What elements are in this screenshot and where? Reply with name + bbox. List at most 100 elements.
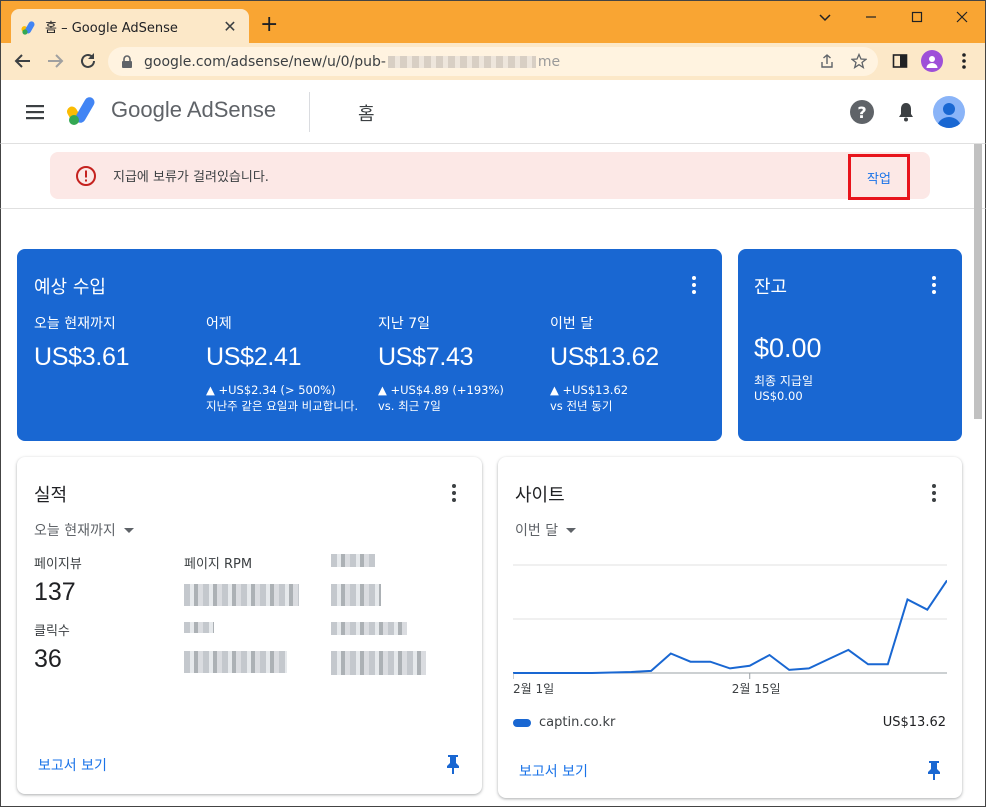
balance-card: 잔고 $0.00 최종 지급일 US$0.00 — [738, 249, 962, 441]
metric-value: US$2.41 — [206, 343, 302, 371]
sites-card: 사이트 이번 달 2월 1일 2월 15일 captin.co.kr US$13.… — [498, 457, 962, 798]
profile-avatar-icon[interactable] — [920, 49, 944, 73]
tab-title: 홈 – Google AdSense — [45, 21, 178, 36]
url-redacted — [387, 55, 536, 68]
url-text-end: me — [537, 53, 561, 70]
metric-value-redacted — [331, 584, 381, 606]
dropdown-caret-icon — [566, 527, 577, 533]
metric-change: ▲ +US$13.62 — [550, 383, 629, 397]
account-avatar[interactable] — [933, 96, 965, 128]
page-rpm-value-redacted — [184, 584, 299, 606]
sites-earnings-chart[interactable]: 2월 1일 2월 15일 — [513, 557, 947, 697]
metric-label-redacted — [331, 622, 407, 635]
sites-card-title: 사이트 — [515, 485, 565, 506]
chart-series-line — [513, 579, 947, 674]
main-content: 예상 수입 오늘 현재까지 US$3.61 어제 US$2.41 ▲ +US$2… — [0, 144, 986, 807]
new-tab-button[interactable]: + — [260, 14, 278, 36]
url-text: google.com/adsense/new/u/0/pub- — [144, 53, 386, 70]
help-icon[interactable]: ? — [850, 100, 874, 124]
alert-message: 지급에 보류가 걸려있습니다. — [113, 170, 269, 185]
last-payment-label: 최종 지급일 — [754, 374, 814, 388]
browser-menu-icon[interactable] — [952, 49, 976, 73]
chart-x-tick-label: 2월 15일 — [732, 682, 781, 696]
metric-last-7-days[interactable]: 지난 7일 US$7.43 ▲ +US$4.89 (+193%) vs. 최근 … — [378, 313, 538, 414]
adsense-logo[interactable]: Google AdSense — [67, 94, 276, 126]
chart-x-tick-label: 2월 1일 — [513, 682, 554, 696]
forward-arrow-icon[interactable] — [43, 49, 67, 73]
legend-swatch — [513, 718, 531, 727]
legend-site-name: captin.co.kr — [539, 715, 616, 730]
tab-search-chevron-icon[interactable] — [813, 5, 837, 29]
sites-more-icon[interactable] — [922, 481, 946, 505]
balance-more-icon[interactable] — [922, 273, 946, 297]
metric-compare-note: 지난주 같은 요일과 비교합니다. — [206, 399, 359, 413]
sites-report-link[interactable]: 보고서 보기 — [519, 761, 588, 781]
browser-tab-adsense[interactable]: 홈 – Google AdSense ✕ — [11, 9, 249, 44]
header-divider — [309, 92, 310, 132]
adsense-favicon-icon — [21, 20, 35, 35]
window-maximize-icon[interactable] — [905, 5, 929, 29]
adsense-logo-icon — [67, 97, 95, 125]
window-close-icon[interactable] — [950, 5, 974, 29]
metric-yesterday[interactable]: 어제 US$2.41 ▲ +US$2.34 (> 500%) 지난주 같은 요일… — [206, 313, 366, 414]
share-icon[interactable] — [819, 53, 835, 69]
tab-close-icon[interactable]: ✕ — [221, 17, 239, 36]
page-rpm-label: 페이지 RPM — [184, 557, 253, 572]
error-icon — [76, 166, 96, 186]
estimated-earnings-card: 예상 수입 오늘 현재까지 US$3.61 어제 US$2.41 ▲ +US$2… — [17, 249, 722, 441]
metric-value: US$3.61 — [34, 343, 130, 371]
performance-more-icon[interactable] — [442, 481, 466, 505]
metric-value: US$7.43 — [378, 343, 474, 371]
metric-today[interactable]: 오늘 현재까지 US$3.61 — [34, 313, 194, 382]
earnings-card-title: 예상 수입 — [34, 277, 106, 298]
performance-range-dropdown[interactable]: 오늘 현재까지 — [34, 520, 134, 540]
account-avatar-icon — [937, 103, 961, 128]
performance-card: 실적 오늘 현재까지 페이지뷰 137 페이지 RPM 클릭수 36 보고서 보… — [17, 457, 482, 794]
metric-label: 이번 달 — [550, 316, 594, 332]
clicks-label: 클릭수 — [34, 624, 70, 639]
alert-action-button[interactable]: 작업 — [848, 154, 910, 200]
metric-value-redacted — [331, 651, 426, 675]
legend-site-amount: US$13.62 — [882, 715, 946, 730]
earnings-more-icon[interactable] — [682, 273, 706, 297]
alert-area: 지급에 보류가 걸려있습니다. 작업 — [0, 144, 986, 209]
page-scrollbar[interactable] — [974, 144, 982, 419]
brand-name: Google AdSense — [111, 97, 277, 122]
metric-label-redacted — [184, 622, 214, 633]
metric-change: ▲ +US$4.89 (+193%) — [378, 383, 504, 397]
payment-hold-alert: 지급에 보류가 걸려있습니다. 작업 — [50, 152, 930, 200]
metric-change: ▲ +US$2.34 (> 500%) — [206, 383, 336, 397]
notifications-bell-icon[interactable] — [894, 100, 918, 124]
performance-card-title: 실적 — [34, 485, 68, 506]
lock-icon — [122, 54, 132, 68]
chart-legend: captin.co.kr — [513, 715, 615, 730]
browser-toolbar: google.com/adsense/new/u/0/pub- me — [0, 43, 986, 80]
performance-report-link[interactable]: 보고서 보기 — [38, 755, 107, 775]
metric-label: 어제 — [206, 316, 232, 332]
metric-compare-note: vs. 최근 7일 — [378, 399, 441, 413]
balance-card-title: 잔고 — [754, 277, 788, 298]
metric-value: US$13.62 — [550, 343, 659, 371]
dropdown-caret-icon — [123, 527, 134, 533]
bookmark-star-icon[interactable] — [851, 53, 867, 69]
window-minimize-icon[interactable] — [859, 5, 883, 29]
last-payment-value: US$0.00 — [754, 389, 803, 403]
pageviews-value: 137 — [34, 578, 76, 606]
metric-label: 오늘 현재까지 — [34, 316, 116, 332]
metric-compare-note: vs 전년 동기 — [550, 399, 613, 413]
metric-label-redacted — [331, 554, 375, 567]
address-bar[interactable]: google.com/adsense/new/u/0/pub- me — [108, 47, 878, 76]
back-arrow-icon[interactable] — [11, 49, 35, 73]
metric-this-month[interactable]: 이번 달 US$13.62 ▲ +US$13.62 vs 전년 동기 — [550, 313, 710, 414]
reload-icon[interactable] — [76, 49, 100, 73]
pin-icon[interactable] — [924, 759, 944, 781]
metric-value-redacted — [184, 651, 287, 673]
hamburger-menu-icon[interactable] — [23, 100, 47, 124]
clicks-value: 36 — [34, 645, 62, 673]
browser-tab-bar: 홈 – Google AdSense ✕ + — [0, 0, 986, 44]
pin-icon[interactable] — [443, 753, 463, 775]
sites-range-dropdown[interactable]: 이번 달 — [515, 520, 577, 540]
adsense-app-bar: Google AdSense 홈 ? — [0, 80, 986, 144]
pageviews-label: 페이지뷰 — [34, 557, 82, 572]
side-panel-icon[interactable] — [888, 49, 912, 73]
